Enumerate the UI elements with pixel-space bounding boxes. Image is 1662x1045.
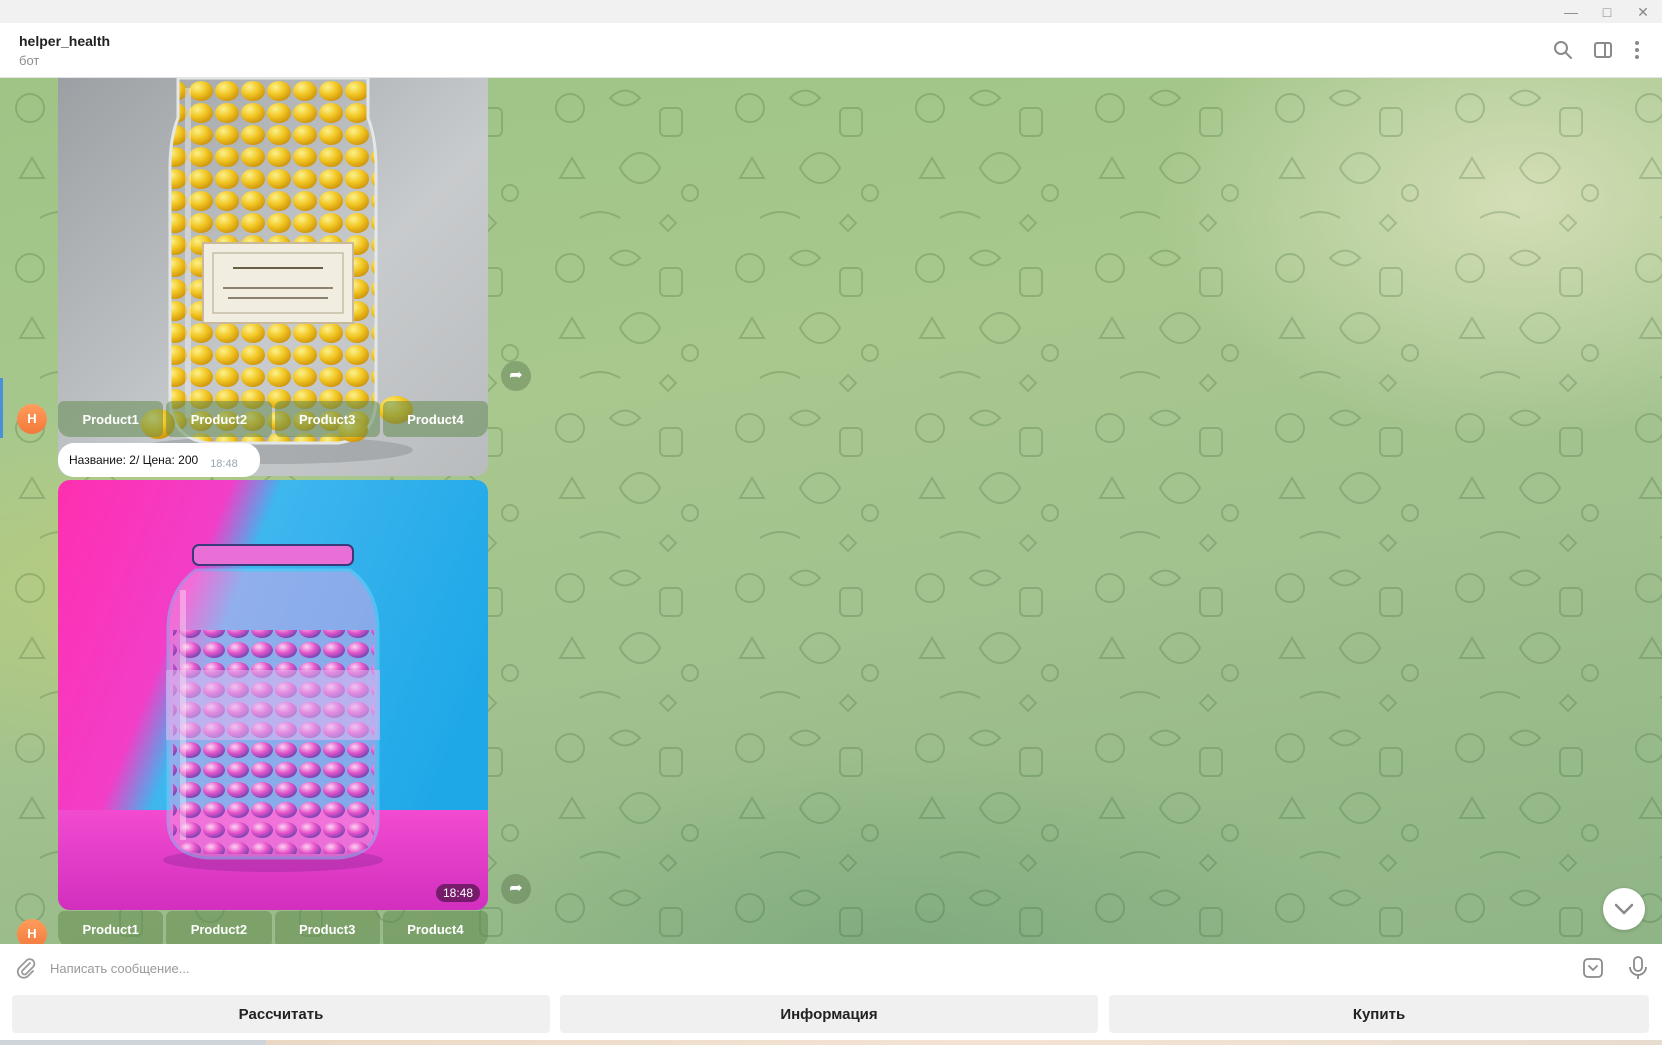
message-bubble[interactable]: Название: 2/ Цена: 200 18:48 [58,443,260,477]
telegram-window: — □ ✕ helper_health бот ➦ H Product1 Pro… [0,0,1662,1045]
microphone-icon[interactable] [1626,955,1650,981]
message-text: Название: 2/ Цена: 200 [69,453,199,467]
inline-button-product1[interactable]: Product1 [58,911,164,944]
chevron-down-icon [1614,903,1634,915]
message-time: 18:48 [210,458,238,470]
message-input[interactable] [50,954,1550,982]
chat-status: бот [19,53,40,68]
message-photo-pink-blue-candy-jar[interactable]: 18:48 [58,480,488,910]
share-icon[interactable]: ➦ [501,874,531,904]
chat-title[interactable]: helper_health [19,33,110,49]
window-titlebar: — □ ✕ [0,0,1662,23]
inline-button-product3[interactable]: Product3 [274,911,380,944]
buy-button[interactable]: Купить [1109,995,1649,1033]
inline-button-product3[interactable]: Product3 [274,401,380,437]
calculate-button[interactable]: Рассчитать [12,995,550,1033]
reply-keyboard: Рассчитать Информация Купить [0,992,1662,1045]
inline-button-product2[interactable]: Product2 [166,401,272,437]
chat-header: helper_health бот [0,23,1662,78]
inline-button-product1[interactable]: Product1 [58,401,164,437]
chat-messages-area[interactable]: ➦ H Product1 Product2 Product3 Product4 … [0,78,1662,944]
inline-keyboard: Product1 Product2 Product3 Product4 [58,911,488,944]
inline-button-product4[interactable]: Product4 [382,401,488,437]
search-icon[interactable] [1551,38,1575,62]
paperclip-icon[interactable] [14,956,38,980]
taskbar-edge [0,1040,1662,1045]
sidebar-toggle-icon[interactable] [1591,38,1615,62]
scroll-to-bottom-button[interactable] [1603,888,1645,930]
close-icon[interactable]: ✕ [1624,2,1662,22]
inline-keyboard: Product1 Product2 Product3 Product4 [58,401,488,437]
left-edge-indicator [0,378,3,438]
minimize-icon[interactable]: — [1552,2,1590,22]
photo-time-badge: 18:48 [435,884,480,902]
information-button[interactable]: Информация [560,995,1098,1033]
share-icon[interactable]: ➦ [501,361,531,391]
inline-button-product4[interactable]: Product4 [382,911,488,944]
maximize-icon[interactable]: □ [1588,2,1626,22]
bot-keyboard-icon[interactable] [1581,956,1605,980]
more-vertical-icon[interactable] [1625,38,1649,62]
avatar[interactable]: H [17,404,47,434]
avatar[interactable]: H [17,919,47,944]
message-composer [0,944,1662,992]
inline-button-product2[interactable]: Product2 [166,911,272,944]
